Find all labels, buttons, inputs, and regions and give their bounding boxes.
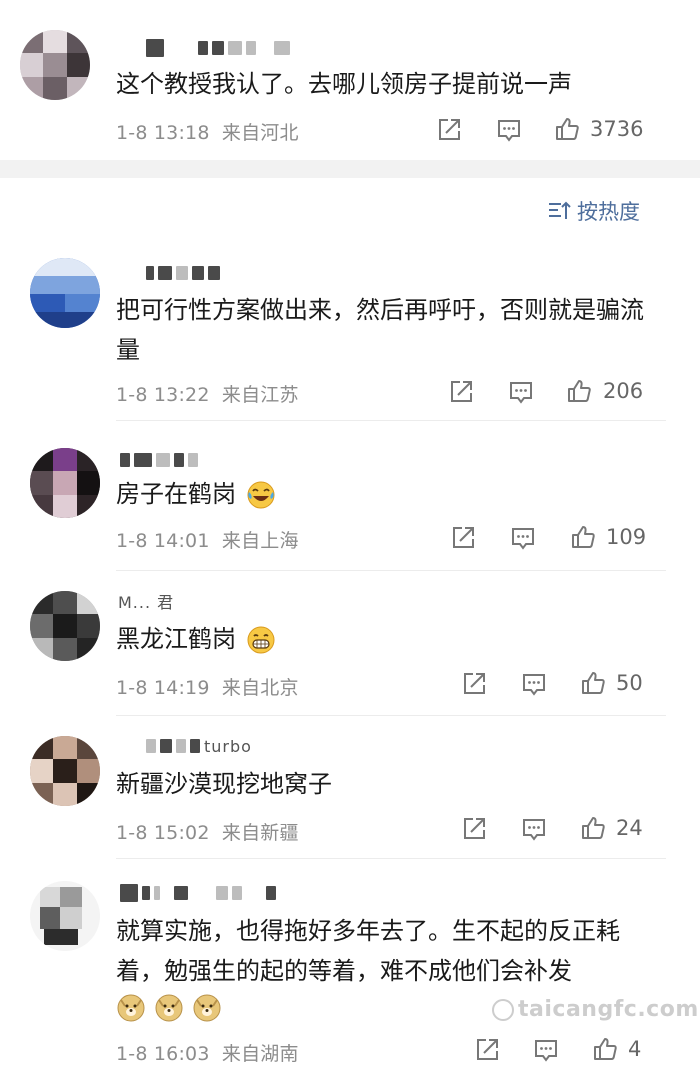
comment-time: 1-8 14:19 <box>116 677 210 699</box>
like-count: 50 <box>616 671 643 695</box>
comment-text: 把可行性方案做出来，然后再呼吁，否则就是骗流量 <box>116 296 644 364</box>
comment-icon[interactable] <box>510 525 536 551</box>
like-count: 206 <box>603 379 644 403</box>
comment-time: 1-8 14:01 <box>116 530 210 552</box>
like-count: 3736 <box>590 117 644 141</box>
like-icon[interactable] <box>580 670 606 696</box>
username-blurred[interactable] <box>120 450 198 470</box>
username-text: M... 君 <box>118 593 175 612</box>
watermark-logo-icon <box>492 998 514 1021</box>
comment-1: 这个教授我认了。去哪儿领房子提前说一声 1-8 13:18 来自河北 3736 <box>0 0 700 160</box>
username-blurred[interactable] <box>146 38 290 58</box>
comment-location: 来自新疆 <box>221 822 299 844</box>
avatar[interactable] <box>30 591 100 661</box>
comment-icon[interactable] <box>508 379 534 405</box>
username-blurred[interactable] <box>146 263 220 283</box>
comment-meta: 1-8 14:01 来自上海 <box>116 526 299 553</box>
sort-label: 按热度 <box>577 200 640 224</box>
laugh-cry-emoji <box>247 481 275 509</box>
avatar[interactable] <box>30 258 100 328</box>
doge-emoji <box>193 994 221 1022</box>
like-count: 109 <box>606 525 647 549</box>
share-icon[interactable] <box>450 525 476 551</box>
username-text: turbo <box>204 736 252 756</box>
comment-4: M... 君 黑龙江鹤岗 1-8 14:19 来自北京 50 <box>0 585 700 715</box>
like-count: 4 <box>628 1037 642 1061</box>
like-icon[interactable] <box>566 378 592 404</box>
comment-meta: 1-8 13:22 来自江苏 <box>116 380 299 407</box>
watermark-text: taicangfc.com <box>518 997 699 1022</box>
share-icon[interactable] <box>448 379 474 405</box>
comment-2: 把可行性方案做出来，然后再呼吁，否则就是骗流量 1-8 13:22 来自江苏 2… <box>0 250 700 420</box>
comment-text: 这个教授我认了。去哪儿领房子提前说一声 <box>116 70 572 98</box>
comment-text: 新疆沙漠现挖地窝子 <box>116 770 332 798</box>
comment-text-content: 房子在鹤岗 <box>116 480 236 508</box>
comment-icon[interactable] <box>521 671 547 697</box>
comment-location: 来自上海 <box>221 530 299 552</box>
divider <box>116 420 666 421</box>
comment-time: 1-8 13:18 <box>116 122 210 144</box>
watermark: taicangfc.com <box>492 997 699 1022</box>
sort-toggle[interactable]: 按热度 <box>547 196 640 226</box>
avatar[interactable] <box>20 30 90 100</box>
comment-6: 就算实施，也得拖好多年去了。生不起的反正耗着，勉强生的起的等着，难不成他们会补发… <box>0 873 700 1078</box>
comment-text: 就算实施，也得拖好多年去了。生不起的反正耗着，勉强生的起的等着，难不成他们会补发 <box>116 917 620 985</box>
comment-location: 来自江苏 <box>221 384 299 406</box>
avatar[interactable] <box>30 736 100 806</box>
share-icon[interactable] <box>474 1037 500 1063</box>
comment-time: 1-8 15:02 <box>116 822 210 844</box>
avatar[interactable] <box>30 448 100 518</box>
comment-5: turbo 新疆沙漠现挖地窝子 1-8 15:02 来自新疆 24 <box>0 730 700 860</box>
share-icon[interactable] <box>436 117 462 143</box>
comment-text: 房子在鹤岗 <box>116 474 652 514</box>
username-blurred[interactable] <box>120 883 276 903</box>
sort-icon <box>549 201 571 219</box>
comment-icon[interactable] <box>521 816 547 842</box>
section-separator <box>0 160 700 178</box>
like-count: 24 <box>616 816 643 840</box>
comment-meta: 1-8 15:02 来自新疆 <box>116 818 299 845</box>
comment-text-content: 黑龙江鹤岗 <box>116 625 236 653</box>
divider <box>116 858 666 859</box>
comment-location: 来自北京 <box>221 677 299 699</box>
like-icon[interactable] <box>592 1036 618 1062</box>
username[interactable]: turbo <box>146 736 252 756</box>
comment-time: 1-8 16:03 <box>116 1043 210 1065</box>
comment-meta: 1-8 14:19 来自北京 <box>116 673 299 700</box>
comment-icon[interactable] <box>533 1037 559 1063</box>
share-icon[interactable] <box>461 816 487 842</box>
comment-3: 房子在鹤岗 1-8 14:01 来自上海 109 <box>0 440 700 570</box>
like-icon[interactable] <box>554 116 580 142</box>
comment-meta: 1-8 13:18 来自河北 <box>116 118 299 145</box>
comment-location: 来自河北 <box>221 122 299 144</box>
like-icon[interactable] <box>580 815 606 841</box>
grin-emoji <box>247 626 275 654</box>
doge-emoji <box>117 994 145 1022</box>
divider <box>116 715 666 716</box>
comment-time: 1-8 13:22 <box>116 384 210 406</box>
like-icon[interactable] <box>570 524 596 550</box>
divider <box>116 570 666 571</box>
share-icon[interactable] <box>461 671 487 697</box>
comment-text: 黑龙江鹤岗 <box>116 619 652 659</box>
emoji-row <box>116 993 222 1023</box>
comment-location: 来自湖南 <box>221 1043 299 1065</box>
username[interactable]: M... 君 <box>118 591 175 612</box>
avatar[interactable] <box>30 881 100 951</box>
comment-meta: 1-8 16:03 来自湖南 <box>116 1039 299 1066</box>
doge-emoji <box>155 994 183 1022</box>
comment-icon[interactable] <box>496 117 522 143</box>
